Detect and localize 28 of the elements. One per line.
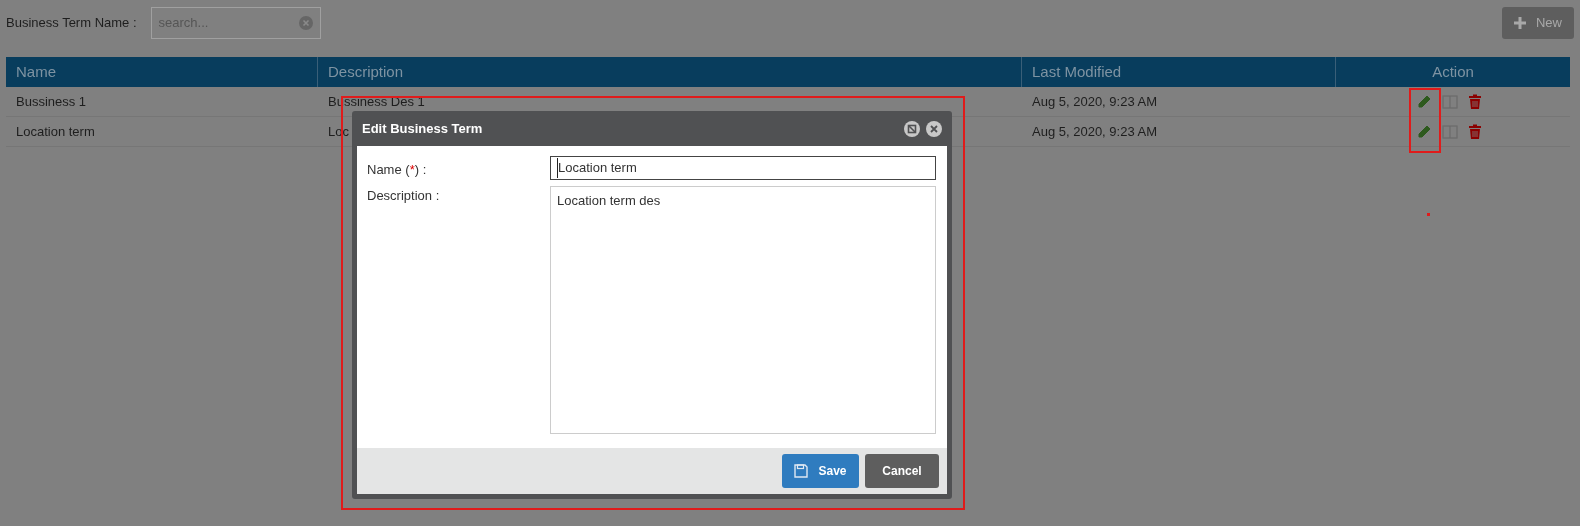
column-header: Last Modified — [1022, 57, 1336, 87]
column-header: Action — [1431, 61, 1475, 82]
trash-icon[interactable] — [1468, 93, 1482, 110]
close-icon[interactable] — [926, 120, 942, 137]
columns-icon[interactable] — [1442, 93, 1458, 110]
column-header: Description — [318, 57, 1022, 87]
name-input[interactable]: Location term — [550, 156, 936, 180]
highlight-frame — [1409, 88, 1441, 153]
table-cell: Bussiness 1 — [16, 93, 87, 109]
cancel-button[interactable]: Cancel — [865, 454, 939, 488]
save-button[interactable]: Save — [782, 454, 859, 488]
restore-icon[interactable] — [904, 120, 920, 137]
columns-icon[interactable] — [1442, 123, 1458, 140]
dialog-title: Edit Business Term — [362, 119, 483, 138]
description-label: Description : — [367, 187, 441, 205]
name-label: Name (*) : — [367, 161, 428, 180]
pencil-icon[interactable] — [1416, 93, 1432, 110]
column-header: Name — [6, 57, 318, 87]
table-cell: Aug 5, 2020, 9:23 AM — [1032, 93, 1158, 109]
pencil-icon[interactable] — [1416, 123, 1432, 140]
clear-icon[interactable] — [298, 16, 313, 30]
name-value: Location term — [557, 158, 637, 178]
table-cell: Location term — [16, 123, 95, 139]
filter-label: Business Term Name : — [6, 14, 137, 33]
trash-icon[interactable] — [1468, 123, 1482, 140]
description-input[interactable]: Location term des — [550, 186, 936, 434]
plus-icon — [1514, 17, 1526, 29]
table-cell: Aug 5, 2020, 9:23 AM — [1032, 123, 1158, 139]
